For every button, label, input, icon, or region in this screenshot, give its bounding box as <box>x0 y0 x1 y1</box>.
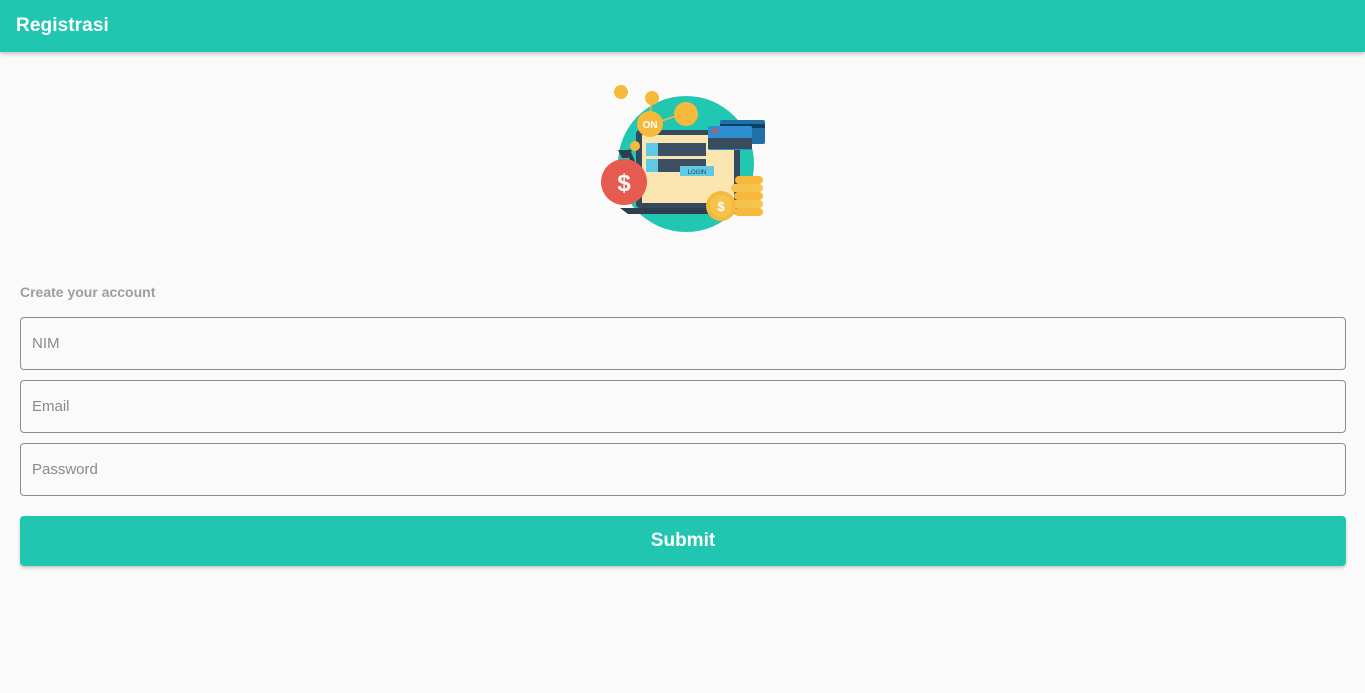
submit-button[interactable]: Submit <box>20 516 1346 566</box>
app-bar: Registrasi <box>0 0 1365 52</box>
online-payment-illustration: LOGIN ON $ $ <box>590 80 775 240</box>
svg-text:ON: ON <box>643 120 658 131</box>
nim-input[interactable] <box>20 317 1346 370</box>
svg-text:LOGIN: LOGIN <box>688 170 707 176</box>
svg-text:$: $ <box>717 199 725 214</box>
email-input[interactable] <box>20 380 1346 433</box>
app-title: Registrasi <box>16 15 109 36</box>
form-subtitle: Create your account <box>20 284 156 300</box>
svg-text:$: $ <box>617 170 631 197</box>
password-input[interactable] <box>20 443 1346 496</box>
